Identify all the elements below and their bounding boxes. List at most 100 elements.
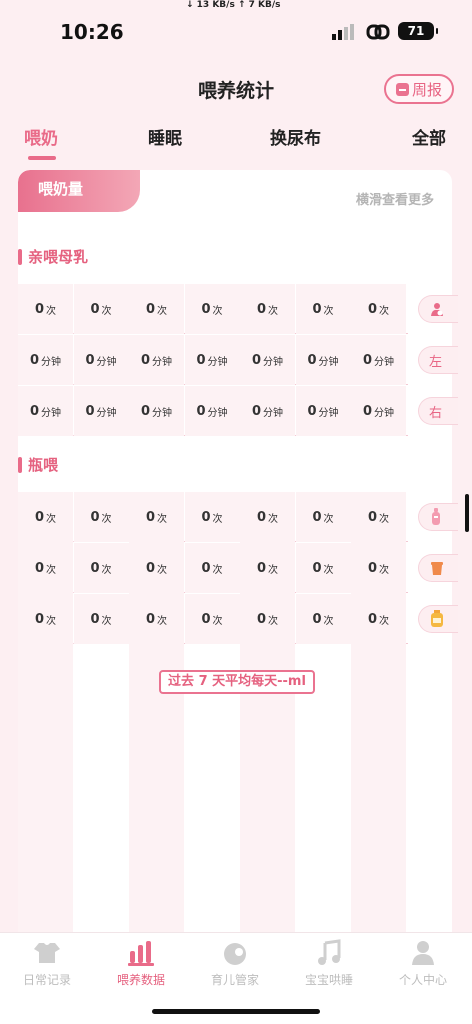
stat-value: 0: [140, 403, 151, 419]
stat-value: 0: [34, 560, 45, 576]
table-row: 0次0次0次0次0次0次0次: [18, 284, 408, 334]
onesie-icon: [34, 943, 60, 963]
tab-diaper[interactable]: 换尿布: [270, 124, 321, 149]
stat-value: 0: [145, 560, 156, 576]
table-row: 0 分钟 0 分钟 0 分钟 0 分钟 0 分钟 0 分钟 0 分钟: [18, 386, 408, 436]
nav-sleep-lullaby[interactable]: 宝宝哄睡: [282, 939, 376, 988]
stat-unit: 次: [157, 305, 168, 317]
stat-unit: 次: [46, 564, 57, 576]
stat-unit: 次: [101, 513, 112, 525]
stat-unit: 次: [46, 513, 57, 525]
nav-label: 日常记录: [22, 973, 71, 987]
stat-cell: 0次: [351, 594, 406, 644]
stat-value: 0: [312, 301, 322, 317]
stat-cell: 0次: [240, 594, 295, 644]
stat-cell: 0次: [351, 492, 406, 542]
stat-unit: 分钟: [41, 407, 62, 419]
nav-label: 育儿管家: [210, 973, 259, 987]
stat-value: 0: [312, 611, 322, 627]
stat-cell: 0次: [184, 594, 240, 644]
stat-value: 0: [367, 611, 378, 627]
tab-feeding[interactable]: 喂奶: [24, 124, 58, 149]
stat-unit: 次: [379, 564, 390, 576]
stat-unit: 分钟: [96, 356, 117, 368]
stat-unit: 次: [268, 564, 279, 576]
stat-unit: 次: [46, 305, 57, 317]
nav-daily-record[interactable]: 日常记录: [0, 939, 94, 988]
nav-label: 喂养数据: [116, 973, 165, 987]
stat-value: 0: [256, 509, 267, 525]
stat-unit: 分钟: [152, 407, 173, 419]
stat-cell: 0次: [351, 284, 406, 334]
stat-cell: 0次: [129, 492, 184, 542]
stat-value: 0: [201, 560, 211, 576]
stat-value: 0: [367, 509, 378, 525]
stat-unit: 分钟: [263, 356, 284, 368]
stat-unit: 分钟: [263, 407, 284, 419]
scroll-hint: 横滑查看更多: [355, 193, 434, 208]
stat-cell: 0次: [129, 284, 184, 334]
stat-cell: 0 分钟: [351, 386, 406, 436]
stat-value: 0: [201, 611, 211, 627]
stat-unit: 分钟: [318, 356, 339, 368]
nav-parenting-assistant[interactable]: 育儿管家: [188, 939, 282, 988]
status-time: 10:26: [60, 20, 124, 44]
nav-feeding-data[interactable]: 喂养数据: [94, 939, 188, 988]
tab-all[interactable]: 全部: [412, 124, 446, 149]
breastfeeding-label: 亲喂母乳: [18, 246, 88, 267]
stat-unit: 次: [268, 513, 279, 525]
stat-cell: 0次: [295, 594, 351, 644]
signal-icon: [332, 24, 354, 40]
status-bar: 10:26 ↓ 13 KB/s ↑ 7 KB/s 71: [0, 0, 472, 62]
person-icon: [412, 941, 434, 965]
stat-cell: 0次: [240, 284, 295, 334]
row-tag: 左: [418, 346, 458, 374]
stat-cell: 0次: [295, 492, 351, 542]
stat-cell: 0 分钟: [73, 386, 129, 436]
music-note-icon: [318, 939, 341, 965]
weekly-report-button[interactable]: 周报: [384, 74, 454, 104]
nav-label: 个人中心: [398, 973, 447, 987]
stat-value: 0: [85, 403, 95, 419]
stat-unit: 分钟: [152, 356, 173, 368]
stat-cell: 0 分钟: [240, 335, 295, 385]
stat-cell: 0次: [18, 543, 73, 593]
stat-value: 0: [90, 611, 100, 627]
stat-cell: 0次: [295, 543, 351, 593]
stat-cell: 0次: [129, 543, 184, 593]
stat-value: 0: [140, 352, 151, 368]
stat-value: 0: [312, 560, 322, 576]
stat-value: 0: [201, 301, 211, 317]
nav-profile[interactable]: 个人中心: [376, 939, 470, 988]
stat-cell: 0次: [295, 284, 351, 334]
stat-unit: 次: [379, 615, 390, 627]
stat-cell: 0次: [351, 543, 406, 593]
stat-cell: 0 分钟: [295, 335, 351, 385]
stat-unit: 次: [101, 564, 112, 576]
weekly-report-label: 周报: [411, 80, 442, 99]
stat-value: 0: [362, 403, 373, 419]
stat-unit: 次: [46, 615, 57, 627]
tab-sleep[interactable]: 睡眠: [148, 124, 182, 149]
stat-value: 0: [29, 403, 40, 419]
stat-unit: 次: [101, 305, 112, 317]
home-indicator: [152, 1009, 320, 1014]
table-row: 0次0次0次0次0次0次0次: [18, 492, 408, 542]
table-row: 0 分钟 0 分钟 0 分钟 0 分钟 0 分钟 0 分钟 0 分钟: [18, 335, 408, 385]
stat-value: 0: [145, 509, 156, 525]
baby-bottle-icon: [418, 503, 458, 531]
stat-cell: 0 分钟: [129, 386, 184, 436]
scroll-indicator[interactable]: [465, 494, 469, 532]
stat-unit: 次: [212, 564, 223, 576]
jar-icon: [418, 605, 458, 633]
stat-cell: 0次: [240, 492, 295, 542]
stat-value: 0: [34, 301, 45, 317]
stat-cell: 0 分钟: [240, 386, 295, 436]
stat-value: 0: [196, 352, 206, 368]
stat-cell: 0次: [73, 492, 129, 542]
nav-label: 宝宝哄睡: [304, 973, 353, 987]
stat-value: 0: [367, 560, 378, 576]
stat-unit: 次: [157, 513, 168, 525]
stat-cell: 0次: [73, 284, 129, 334]
stat-unit: 分钟: [207, 407, 228, 419]
